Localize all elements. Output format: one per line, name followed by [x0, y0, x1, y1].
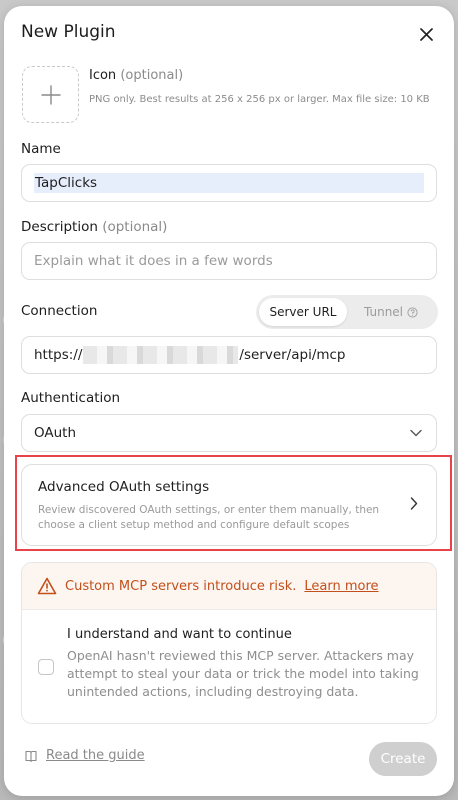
name-input[interactable]: TapClicks	[21, 164, 437, 202]
description-optional-text: (optional)	[102, 219, 168, 235]
url-prefix: https://	[34, 347, 83, 363]
advanced-oauth-title: Advanced OAuth settings	[38, 479, 210, 495]
read-guide-link[interactable]: Read the guide	[24, 748, 145, 763]
risk-warning-panel: Custom MCP servers introduce risk. Learn…	[21, 562, 437, 724]
description-input[interactable]: Explain what it does in a few words	[21, 242, 437, 280]
dialog-title: New Plugin	[21, 22, 116, 42]
tunnel-option[interactable]: Tunnel	[347, 298, 435, 326]
icon-upload-button[interactable]	[22, 66, 79, 123]
authentication-select[interactable]: OAuth	[21, 414, 437, 452]
advanced-oauth-settings-card[interactable]: Advanced OAuth settings Review discovere…	[21, 464, 437, 546]
description-label-text: Description	[21, 219, 98, 235]
connection-label: Connection	[21, 303, 98, 319]
authentication-value: OAuth	[34, 425, 77, 441]
risk-warning-header: Custom MCP servers introduce risk. Learn…	[22, 563, 436, 610]
consent-row[interactable]: I understand and want to continue OpenAI…	[22, 611, 436, 723]
chevron-right-icon	[410, 497, 418, 510]
name-input-value: TapClicks	[34, 173, 424, 193]
description-placeholder: Explain what it does in a few words	[34, 253, 273, 269]
learn-more-link[interactable]: Learn more	[304, 579, 378, 594]
new-plugin-dialog: New Plugin Icon (optional) PNG only. Bes…	[4, 6, 454, 796]
book-icon	[25, 750, 37, 762]
description-label: Description (optional)	[21, 219, 167, 235]
icon-label-text: Icon	[89, 68, 117, 83]
authentication-label: Authentication	[21, 390, 121, 406]
warning-triangle-icon	[37, 577, 57, 595]
help-circle-icon	[407, 306, 418, 318]
redacted-host	[83, 346, 239, 364]
consent-title: I understand and want to continue	[67, 627, 292, 642]
consent-description: OpenAI hasn't reviewed this MCP server. …	[67, 648, 419, 699]
consent-checkbox[interactable]	[38, 659, 54, 675]
server-url-input[interactable]: https:// /server/api/mcp	[21, 336, 437, 374]
icon-help-text: PNG only. Best results at 256 x 256 px o…	[89, 94, 430, 105]
create-button[interactable]: Create	[369, 742, 437, 776]
close-icon	[419, 27, 433, 41]
icon-field-label: Icon (optional)	[89, 68, 183, 83]
connection-type-toggle: Server URL Tunnel	[256, 295, 438, 329]
icon-optional-text: (optional)	[120, 68, 184, 83]
plus-icon	[40, 84, 61, 105]
server-url-option-label: Server URL	[269, 305, 337, 319]
advanced-oauth-description: Review discovered OAuth settings, or ent…	[38, 504, 380, 531]
url-suffix: /server/api/mcp	[239, 347, 346, 363]
risk-warning-text: Custom MCP servers introduce risk.	[65, 578, 297, 594]
chevron-down-icon	[410, 429, 422, 437]
server-url-option[interactable]: Server URL	[259, 298, 347, 326]
tunnel-option-label: Tunnel	[363, 305, 404, 319]
close-button[interactable]	[416, 24, 436, 44]
name-label: Name	[21, 141, 61, 157]
read-guide-text: Read the guide	[46, 748, 145, 763]
